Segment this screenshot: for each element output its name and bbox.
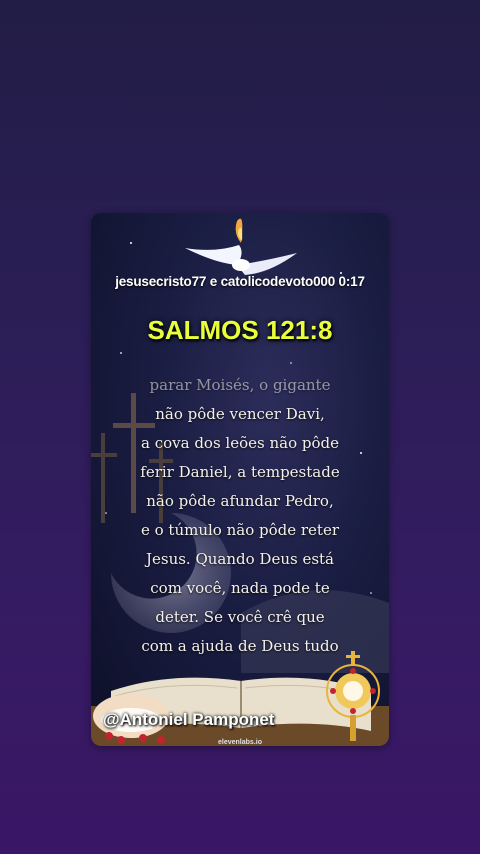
verse-line: parar Moisés, o gigante <box>149 376 331 394</box>
verse-line: ferir Daniel, a tempestade <box>140 463 340 481</box>
holy-spirit-dove-icon <box>185 218 297 275</box>
verse-line: não pôde afundar Pedro, <box>146 492 334 510</box>
video-card[interactable]: jesusecristo77 e catolicodevoto000 0:17 … <box>91 213 389 746</box>
watermark: elevenlabs.io <box>218 739 262 746</box>
stream-header: jesusecristo77 e catolicodevoto000 0:17 <box>115 274 365 289</box>
page-title: SALMOS 121:8 <box>147 315 333 345</box>
verse-line: deter. Se você crê que <box>155 608 325 626</box>
verse-line: a cova dos leões não pôde <box>141 434 339 452</box>
verse-text: parar Moisés, o gigante não pôde vencer … <box>111 371 369 661</box>
verse-line: Jesus. Quando Deus está <box>145 550 335 568</box>
verse-line: não pôde vencer Davi, <box>155 405 325 423</box>
verse-line: e o túmulo não pôde reter <box>140 521 340 539</box>
creator-handle[interactable]: @Antoniel Pamponet <box>103 710 274 730</box>
verse-line: com você, nada pode te <box>150 579 330 597</box>
